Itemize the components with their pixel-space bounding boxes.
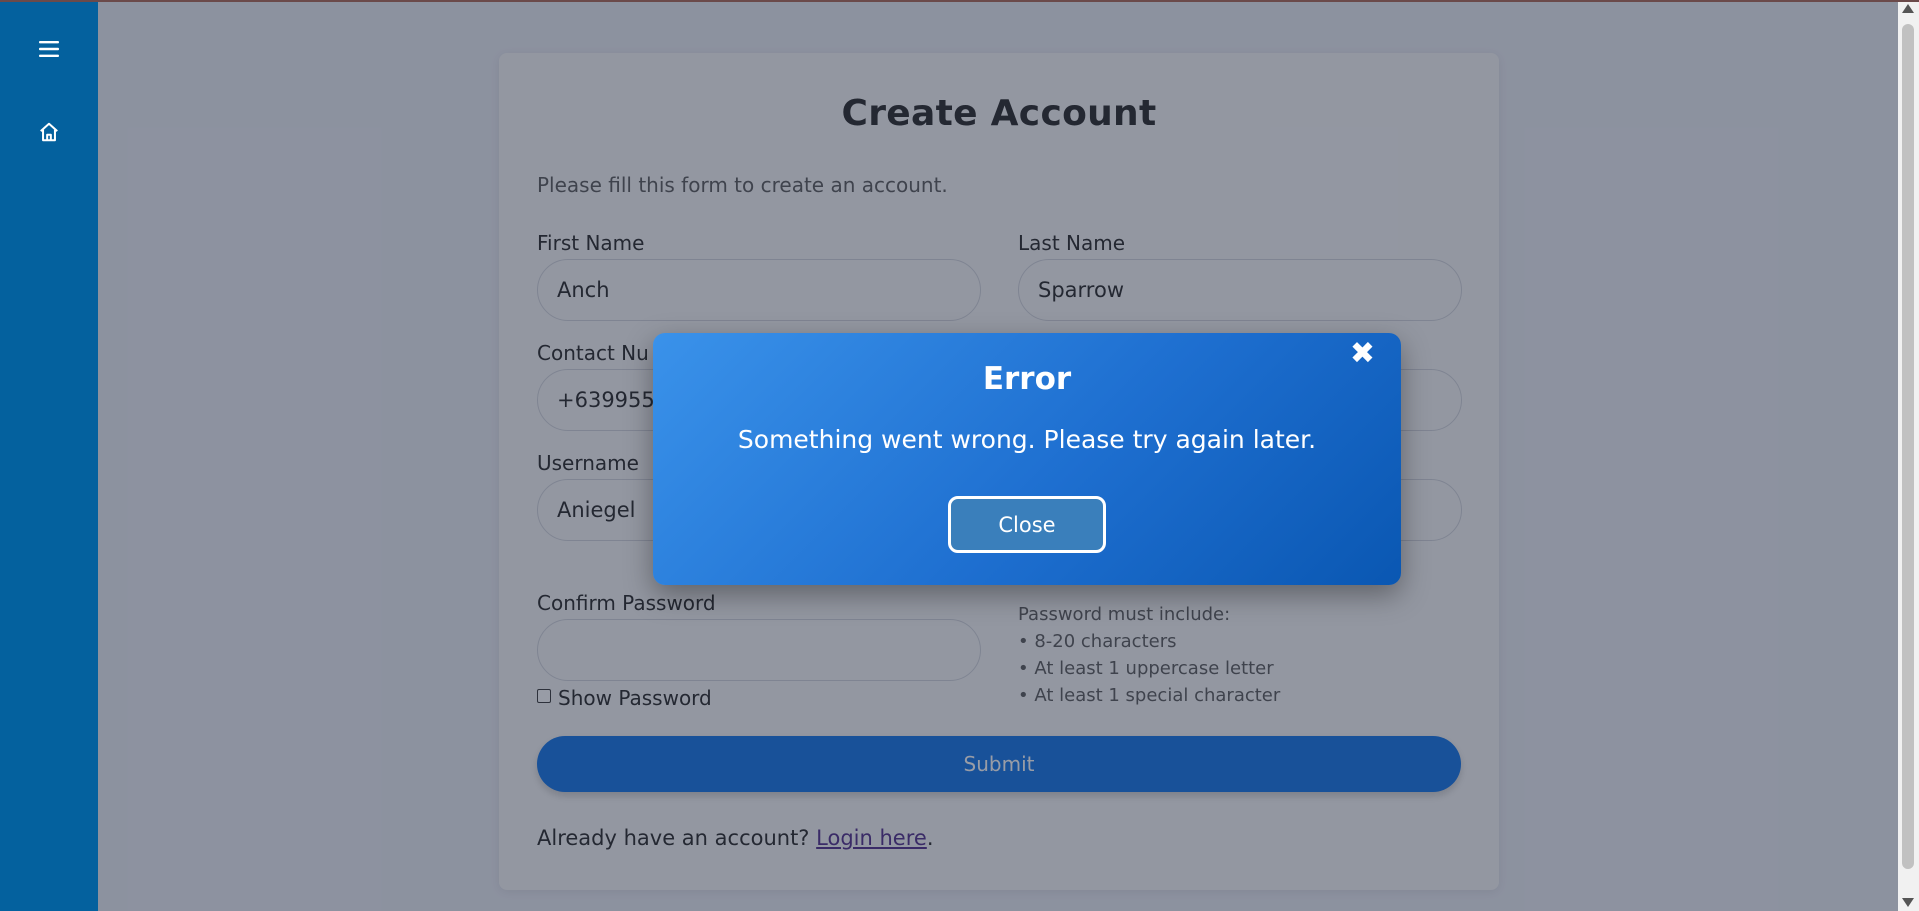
error-title: Error	[982, 361, 1072, 397]
vertical-scrollbar[interactable]	[1898, 0, 1919, 911]
scroll-down-arrow-icon[interactable]	[1902, 898, 1914, 907]
home-icon	[40, 122, 58, 142]
error-message: Something went wrong. Please try again l…	[737, 425, 1317, 454]
error-dialog: ✖ Error Something went wrong. Please try…	[653, 333, 1401, 585]
menu-button[interactable]	[0, 21, 98, 77]
top-border	[0, 0, 1919, 2]
hamburger-menu-icon	[39, 41, 59, 57]
scroll-up-arrow-icon[interactable]	[1902, 4, 1914, 13]
sidebar	[0, 0, 98, 911]
close-button[interactable]: Close	[948, 496, 1106, 553]
home-button[interactable]	[0, 104, 98, 160]
scroll-thumb[interactable]	[1902, 24, 1914, 869]
